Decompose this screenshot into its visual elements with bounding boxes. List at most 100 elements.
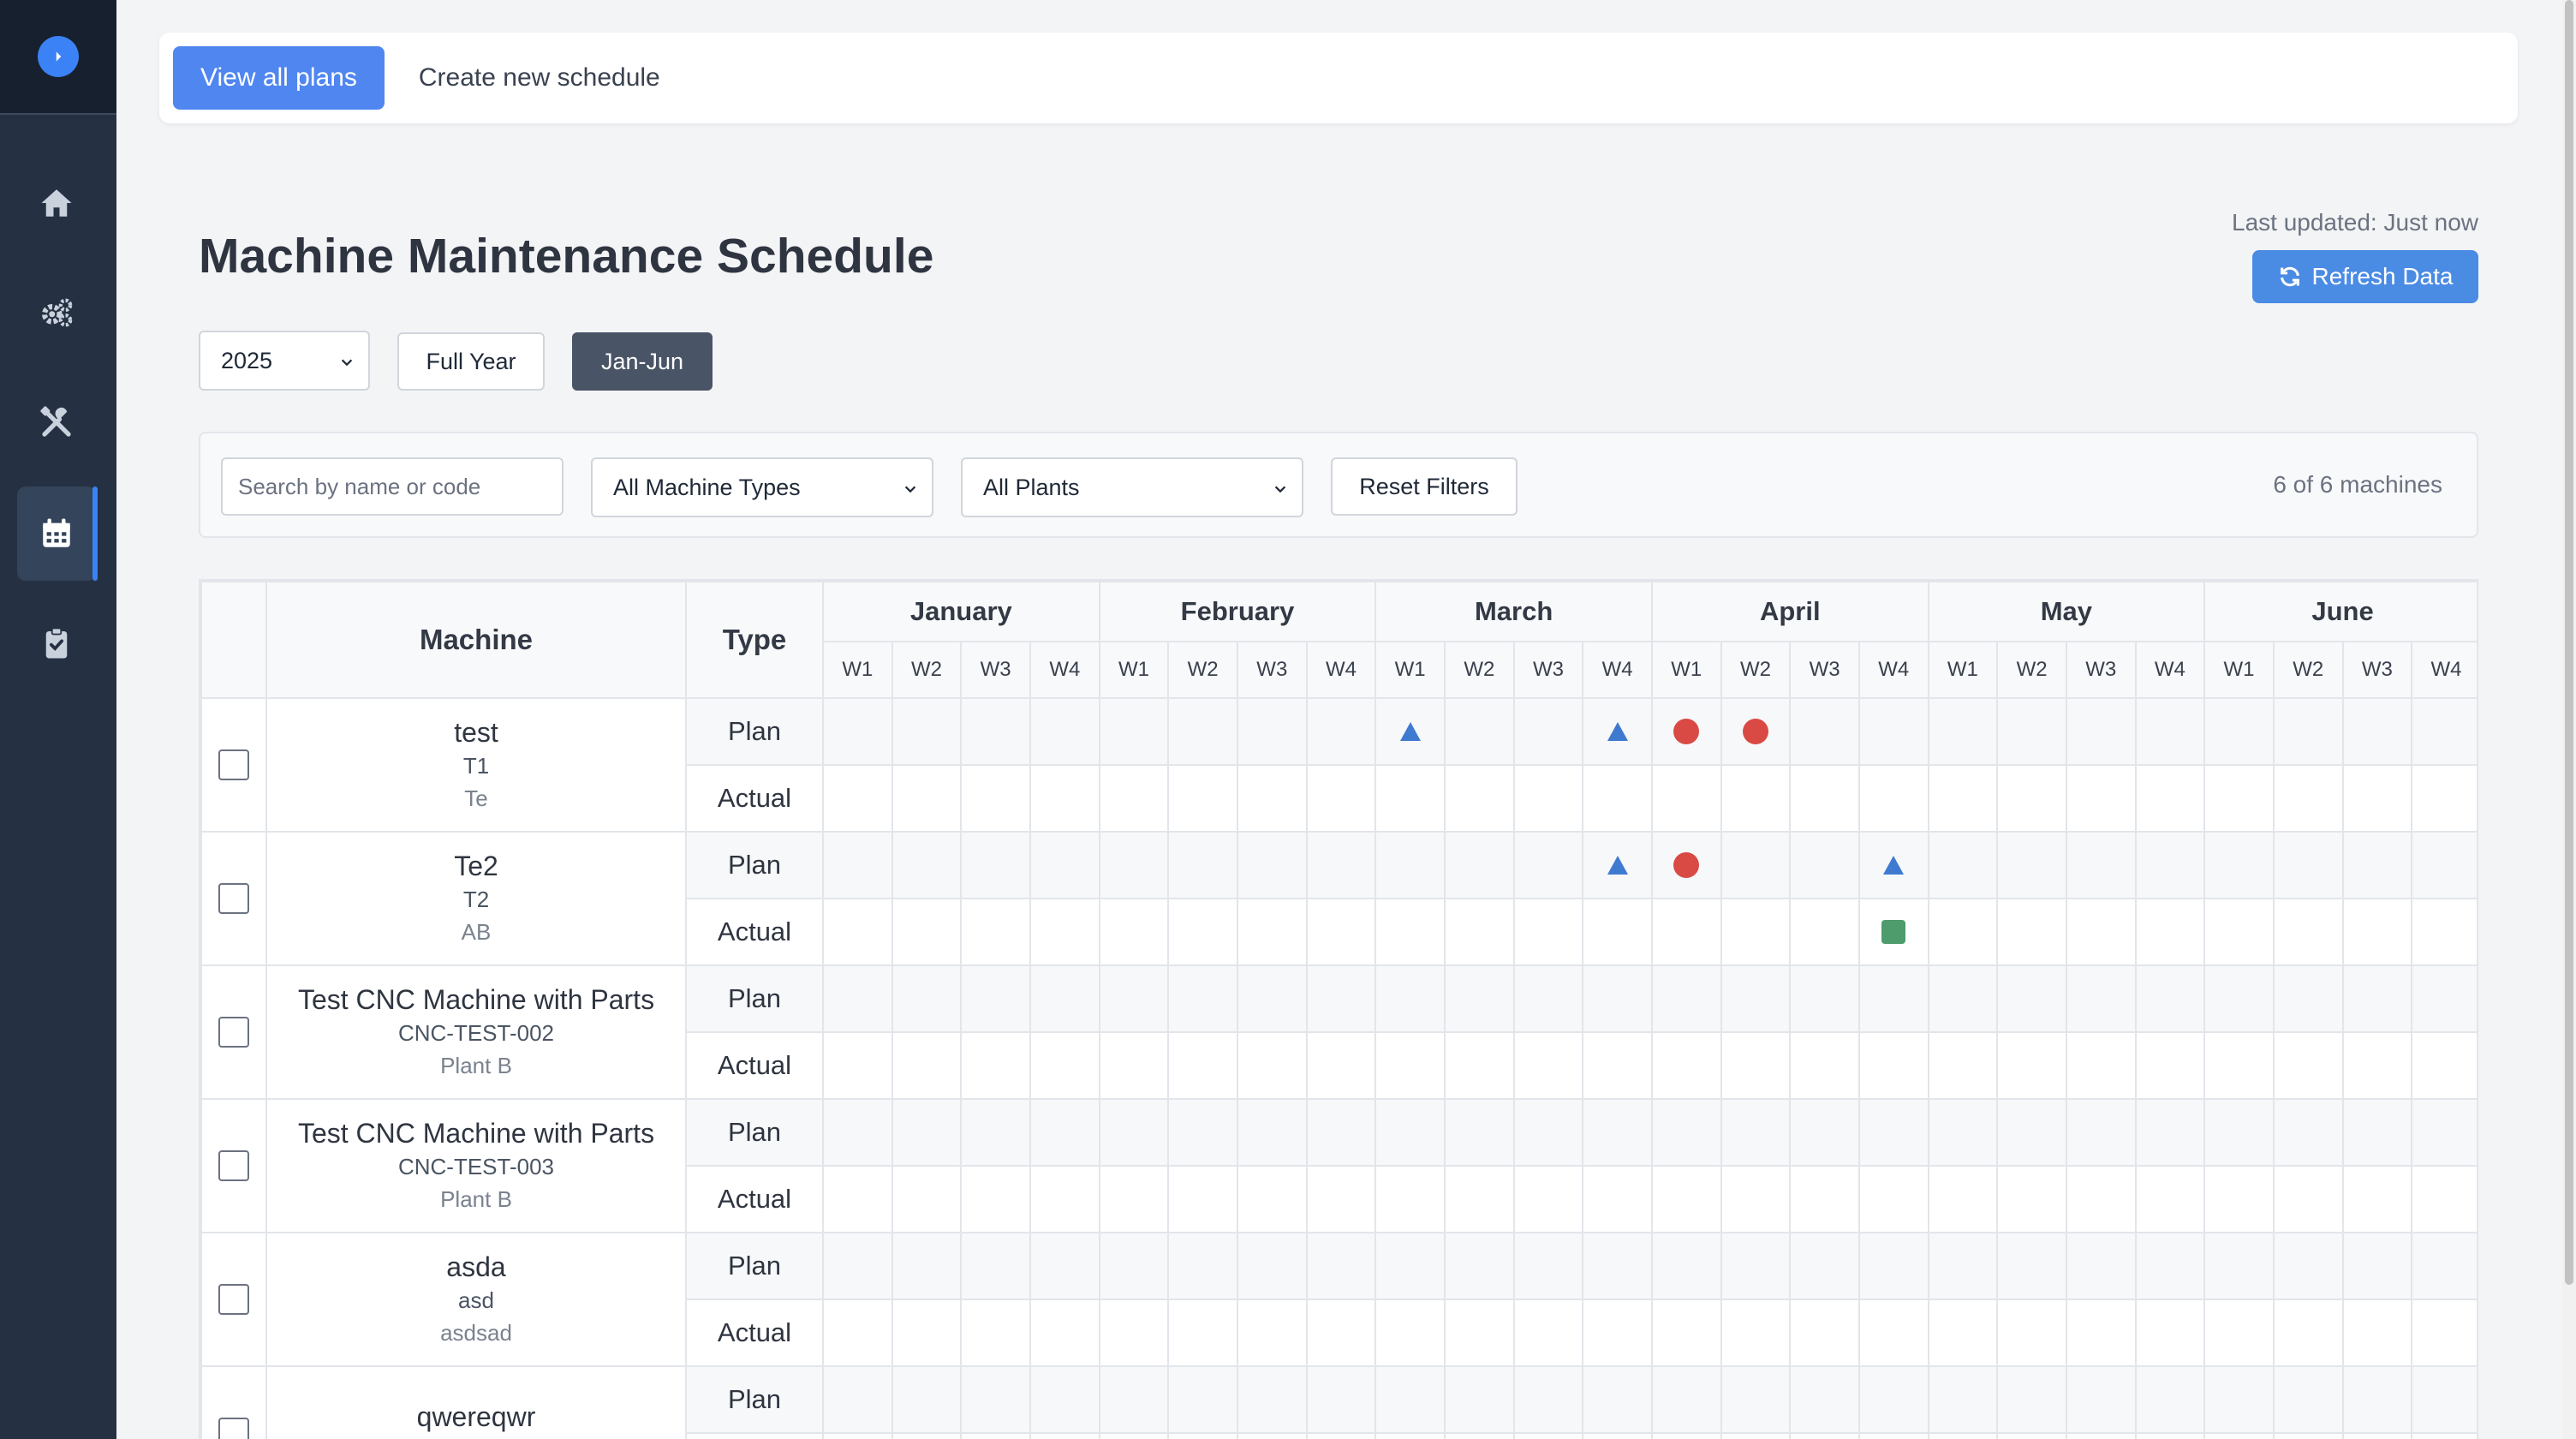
view-all-plans-button[interactable]: View all plans [173,46,385,110]
week-cell[interactable] [1167,1031,1238,1100]
week-cell[interactable] [1720,1432,1792,1439]
week-cell[interactable] [1029,1098,1100,1167]
week-cell[interactable] [1650,1432,1722,1439]
week-cell[interactable] [1305,1432,1377,1439]
full-year-button[interactable]: Full Year [397,332,545,391]
week-cell[interactable] [1582,1299,1653,1367]
week-cell[interactable] [1167,1365,1238,1434]
week-cell[interactable] [960,1232,1031,1300]
week-cell[interactable] [1443,1365,1515,1434]
week-cell[interactable] [2065,1098,2137,1167]
week-cell[interactable] [2134,764,2206,833]
week-cell[interactable] [1029,1365,1100,1434]
week-cell[interactable] [1650,1299,1722,1367]
week-cell[interactable] [2341,1098,2413,1167]
week-cell[interactable] [2341,1432,2413,1439]
week-cell[interactable] [1167,1098,1238,1167]
search-input[interactable]: Search by name or code [221,457,564,516]
week-cell[interactable] [1374,898,1446,966]
week-cell[interactable] [1857,898,1929,966]
week-cell[interactable] [1374,1232,1446,1300]
week-cell[interactable] [1443,1098,1515,1167]
week-cell[interactable] [1789,697,1860,766]
week-cell[interactable] [1720,1165,1792,1233]
week-cell[interactable] [1305,898,1377,966]
week-cell[interactable] [1650,697,1722,766]
week-cell[interactable] [2065,1232,2137,1300]
week-cell[interactable] [1996,1098,2067,1167]
week-cell[interactable] [1374,831,1446,899]
week-cell[interactable] [1029,831,1100,899]
week-cell[interactable] [1789,1299,1860,1367]
week-cell[interactable] [1236,1165,1308,1233]
week-cell[interactable] [2134,1098,2206,1167]
machine-cell[interactable]: Test CNC Machine with Parts CNC-TEST-002 P… [265,964,687,1100]
week-cell[interactable] [822,697,893,766]
week-cell[interactable] [1789,1432,1860,1439]
row-checkbox[interactable] [218,1150,249,1181]
week-cell[interactable] [1582,1098,1653,1167]
week-cell[interactable] [822,831,893,899]
week-cell[interactable] [1167,764,1238,833]
week-cell[interactable] [1927,764,1999,833]
week-cell[interactable] [1582,1432,1653,1439]
machine-cell[interactable]: qwereqwr qwerewr [265,1365,687,1439]
week-cell[interactable] [822,1299,893,1367]
week-cell[interactable] [1857,1299,1929,1367]
week-cell[interactable] [1512,1365,1584,1434]
week-cell[interactable] [1582,697,1653,766]
week-cell[interactable] [822,898,893,966]
week-cell[interactable] [1789,1031,1860,1100]
week-cell[interactable] [1512,1299,1584,1367]
reset-filters-button[interactable]: Reset Filters [1331,457,1518,516]
week-cell[interactable] [1098,1432,1170,1439]
week-cell[interactable] [1098,1165,1170,1233]
week-cell[interactable] [1720,1299,1792,1367]
week-cell[interactable] [1996,1365,2067,1434]
week-cell[interactable] [1167,831,1238,899]
week-cell[interactable] [1236,764,1308,833]
week-cell[interactable] [1789,898,1860,966]
maintenance-triangle-icon[interactable] [1883,856,1905,875]
week-cell[interactable] [822,1165,893,1233]
week-cell[interactable] [2065,1299,2137,1367]
week-cell[interactable] [1512,831,1584,899]
machine-cell[interactable]: test T1 Te [265,697,687,833]
week-cell[interactable] [1582,964,1653,1033]
week-cell[interactable] [1098,764,1170,833]
week-cell[interactable] [1582,1365,1653,1434]
week-cell[interactable] [1029,697,1100,766]
week-cell[interactable] [1789,764,1860,833]
week-cell[interactable] [822,1232,893,1300]
week-cell[interactable] [1650,831,1722,899]
week-cell[interactable] [1443,898,1515,966]
week-cell[interactable] [1927,1232,1999,1300]
week-cell[interactable] [1720,1365,1792,1434]
week-cell[interactable] [2203,831,2275,899]
week-cell[interactable] [2411,1165,2477,1233]
week-cell[interactable] [2411,697,2477,766]
week-cell[interactable] [1582,1165,1653,1233]
week-cell[interactable] [1582,1031,1653,1100]
week-cell[interactable] [1305,964,1377,1033]
week-cell[interactable] [1374,764,1446,833]
week-cell[interactable] [1374,964,1446,1033]
week-cell[interactable] [2134,898,2206,966]
week-cell[interactable] [960,1299,1031,1367]
week-cell[interactable] [1857,764,1929,833]
sidebar-item-machines[interactable] [17,266,96,360]
week-cell[interactable] [2411,831,2477,899]
row-checkbox[interactable] [218,883,249,914]
maintenance-triangle-icon[interactable] [1607,856,1628,875]
scrollbar-thumb[interactable] [2565,0,2573,1285]
week-cell[interactable] [2203,1098,2275,1167]
week-cell[interactable] [1443,1232,1515,1300]
week-cell[interactable] [1650,1365,1722,1434]
week-cell[interactable] [2272,1098,2344,1167]
week-cell[interactable] [1512,1432,1584,1439]
week-cell[interactable] [1927,1098,1999,1167]
week-cell[interactable] [1857,697,1929,766]
machine-cell[interactable]: Test CNC Machine with Parts CNC-TEST-003 P… [265,1098,687,1233]
week-cell[interactable] [1996,1165,2067,1233]
week-cell[interactable] [2341,831,2413,899]
